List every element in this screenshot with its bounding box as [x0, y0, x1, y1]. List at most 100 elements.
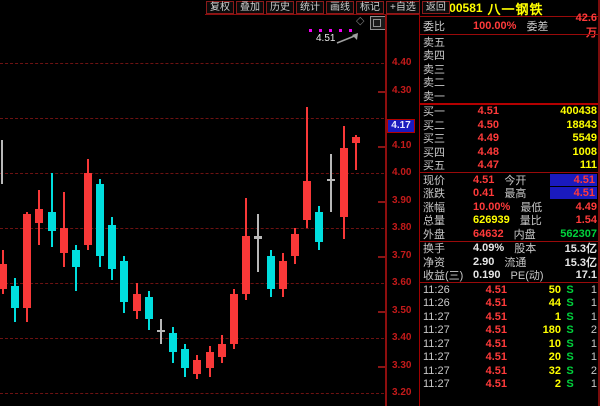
trade-count: 1	[579, 351, 597, 363]
detail-label-1: 收益(三)	[423, 267, 473, 283]
trade-time: 11:27	[423, 365, 463, 377]
trade-count: 2	[579, 365, 597, 377]
trade-count: 1	[579, 284, 597, 296]
bid-list: 买一 4.51 400438 买二 4.50 18843 买三 4.49 554…	[420, 105, 600, 173]
candle-body	[11, 286, 19, 308]
trade-count: 1	[579, 338, 597, 350]
trade-time: 11:26	[423, 284, 463, 296]
bid-price: 4.50	[467, 119, 525, 131]
ask-row: 卖一	[420, 89, 600, 103]
candle-body	[242, 236, 250, 294]
weibi-value: 100.00%	[473, 20, 516, 32]
stats-list: 现价 4.51 今开 4.51 涨跌 0.41 最高 4.51 涨幅 10.00…	[420, 173, 600, 241]
annotation-arrow-icon	[336, 31, 362, 45]
menu-button[interactable]: 标记	[356, 1, 384, 14]
candlestick-plot[interactable]: 4.51 ◇	[0, 0, 386, 406]
trade-volume: 20	[521, 351, 561, 363]
candle-body	[35, 209, 43, 223]
trade-time: 11:27	[423, 378, 463, 390]
diamond-icon[interactable]: ◇	[356, 14, 364, 27]
trade-price: 4.51	[463, 324, 521, 336]
axis-label: 4.40	[392, 57, 411, 68]
clipped-candle-fragment	[1, 140, 3, 184]
gridline	[0, 63, 384, 64]
trade-price: 4.51	[463, 297, 521, 309]
trade-side: S	[561, 297, 579, 309]
stat-value-2: 4.51	[550, 174, 597, 186]
trade-volume: 10	[521, 338, 561, 350]
candle-body	[181, 349, 189, 368]
menu-button[interactable]: 画线	[326, 1, 354, 14]
axis-tick	[378, 366, 385, 368]
candle-wick	[330, 154, 332, 212]
trade-row: 11:27 4.51 10 S 1	[420, 337, 600, 351]
detail-value-2: 17.1	[557, 269, 597, 281]
trade-price: 4.51	[463, 338, 521, 350]
trade-list[interactable]: 11:26 4.51 50 S 1 11:26 4.51 44 S 1 11:2…	[420, 283, 600, 406]
candle-body	[72, 250, 80, 267]
bid-volume: 18843	[525, 119, 597, 131]
trade-side: S	[561, 338, 579, 350]
candle-body	[291, 234, 299, 256]
menu-button[interactable]: 统计	[296, 1, 324, 14]
axis-label: 3.30	[392, 360, 411, 371]
stat-value-2: 4.51	[550, 187, 597, 199]
trade-side: S	[561, 365, 579, 377]
trade-side: S	[561, 351, 579, 363]
details-list: 换手 4.09% 股本 15.3亿 净资 2.90 流通 15.3亿 收益(三)…	[420, 242, 600, 283]
candle-body	[193, 360, 201, 374]
window-icon[interactable]	[370, 16, 386, 30]
trade-price: 4.51	[463, 311, 521, 323]
gridline	[0, 118, 384, 119]
candle-body	[218, 344, 226, 358]
stock-name: 八一钢铁	[488, 0, 544, 18]
axis-label: 4.30	[392, 85, 411, 96]
axis-tick	[378, 201, 385, 203]
detail-value-2: 15.3亿	[550, 254, 597, 270]
trade-volume: 32	[521, 365, 561, 377]
axis-label: 3.60	[392, 277, 411, 288]
trade-price: 4.51	[463, 284, 521, 296]
ask-label: 卖一	[423, 88, 467, 104]
menu-button[interactable]: +自选	[386, 1, 420, 14]
candle-body	[303, 181, 311, 220]
toolbar: 复权叠加历史统计画线标记+自选返回	[206, 1, 450, 14]
candle-body	[327, 179, 335, 182]
trade-row: 11:26 4.51 44 S 1	[420, 297, 600, 311]
trade-price: 4.51	[463, 351, 521, 363]
annotation-price-label: 4.51	[316, 33, 335, 44]
stat-row: 外盘 64632 内盘 562307	[420, 227, 600, 241]
menu-button[interactable]: 历史	[266, 1, 294, 14]
trade-row: 11:26 4.51 50 S 1	[420, 283, 600, 297]
candle-body	[60, 228, 68, 253]
trade-price: 4.51	[463, 365, 521, 377]
axis-tick	[378, 146, 385, 148]
axis-label: 4.10	[392, 140, 411, 151]
detail-value-1: 0.190	[473, 269, 501, 281]
candle-body	[315, 212, 323, 242]
trade-count: 1	[579, 378, 597, 390]
quote-panel[interactable]: R 600581 八一钢铁 委比 100.00% 委差 42.6万 卖五 卖四	[419, 0, 600, 406]
menu-button[interactable]: 返回	[422, 1, 450, 14]
detail-row: 收益(三) 0.190 PE(动) 17.1	[420, 269, 600, 283]
candle-body	[108, 225, 116, 269]
trade-volume: 2	[521, 378, 561, 390]
menu-button[interactable]: 叠加	[236, 1, 264, 14]
bid-volume: 111	[525, 159, 597, 171]
gridline	[0, 338, 384, 339]
axis-tick	[378, 256, 385, 258]
axis-label: 3.90	[392, 195, 411, 206]
menu-button[interactable]: 复权	[206, 1, 234, 14]
candle-body	[206, 352, 214, 369]
trade-volume: 44	[521, 297, 561, 309]
stat-value-1: 10.00%	[473, 201, 510, 213]
trade-row: 11:27 4.51 32 S 2	[420, 364, 600, 378]
stat-value-1: 0.41	[473, 187, 494, 199]
bid-volume: 1008	[525, 146, 597, 158]
trade-time: 11:26	[423, 297, 463, 309]
trade-side: S	[561, 311, 579, 323]
candle-body	[267, 256, 275, 289]
trade-count: 1	[579, 297, 597, 309]
stat-value-2: 1.54	[566, 214, 597, 226]
bid-price: 4.49	[467, 132, 525, 144]
